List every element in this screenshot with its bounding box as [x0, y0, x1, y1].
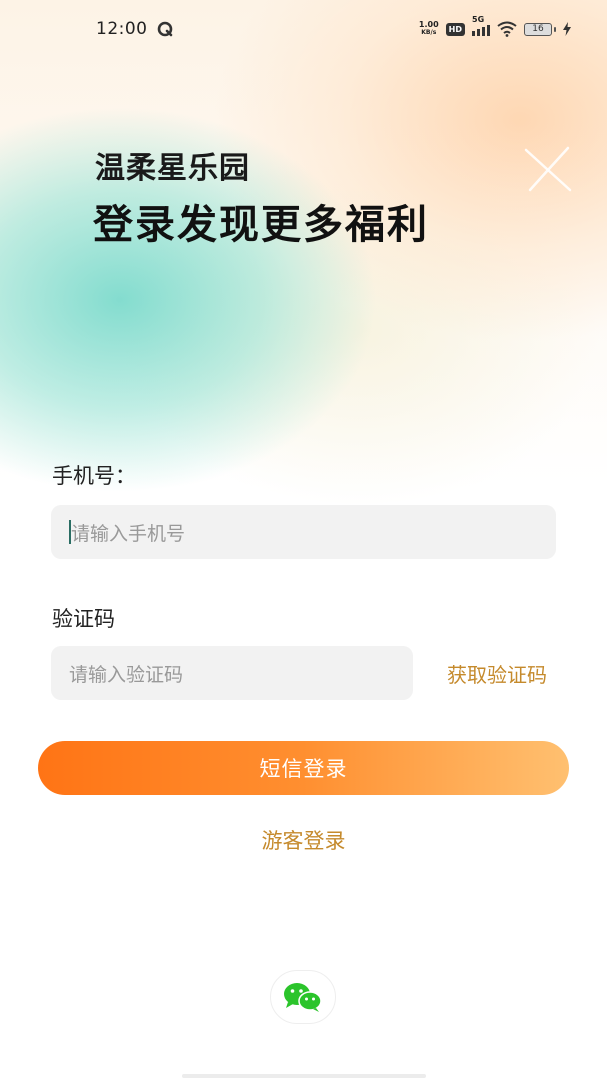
status-right: 1.00 KB/s HD 5G 16 [419, 15, 571, 37]
battery-level: 16 [524, 22, 552, 36]
status-time: 12:00 [96, 19, 148, 39]
sms-login-button[interactable]: 短信登录 [38, 741, 569, 795]
home-indicator[interactable] [182, 1074, 426, 1078]
code-label: 验证码 [52, 607, 115, 631]
net-speed-unit: KB/s [421, 29, 437, 36]
sparkle-icon [524, 146, 572, 192]
charging-icon [563, 22, 571, 36]
code-input[interactable]: 请输入验证码 [51, 646, 413, 700]
wifi-icon [497, 21, 517, 37]
cellular-signal-icon: 5G [472, 15, 490, 36]
wechat-icon [284, 983, 322, 1012]
slogan: 登录发现更多福利 [93, 202, 429, 248]
phone-input[interactable]: 请输入手机号 [51, 505, 556, 559]
guest-login-button[interactable]: 游客登录 [0, 825, 607, 855]
status-left: 12:00 [96, 19, 174, 39]
wechat-login-button[interactable] [270, 970, 336, 1024]
phone-label: 手机号： [52, 464, 136, 488]
phone-placeholder: 请输入手机号 [71, 522, 186, 545]
get-code-button[interactable]: 获取验证码 [447, 659, 547, 688]
net-speed: 1.00 KB/s [419, 21, 439, 37]
code-placeholder: 请输入验证码 [69, 663, 184, 686]
sms-login-label: 短信登录 [259, 757, 348, 781]
network-type: 5G [472, 15, 485, 24]
app-name: 温柔星乐园 [95, 151, 250, 186]
hd-badge: HD [445, 22, 465, 36]
battery-icon: 16 [524, 22, 556, 36]
status-bar: 12:00 1.00 KB/s HD 5G 16 [0, 0, 607, 58]
net-speed-value: 1.00 [418, 20, 439, 29]
notification-icon [157, 21, 172, 37]
